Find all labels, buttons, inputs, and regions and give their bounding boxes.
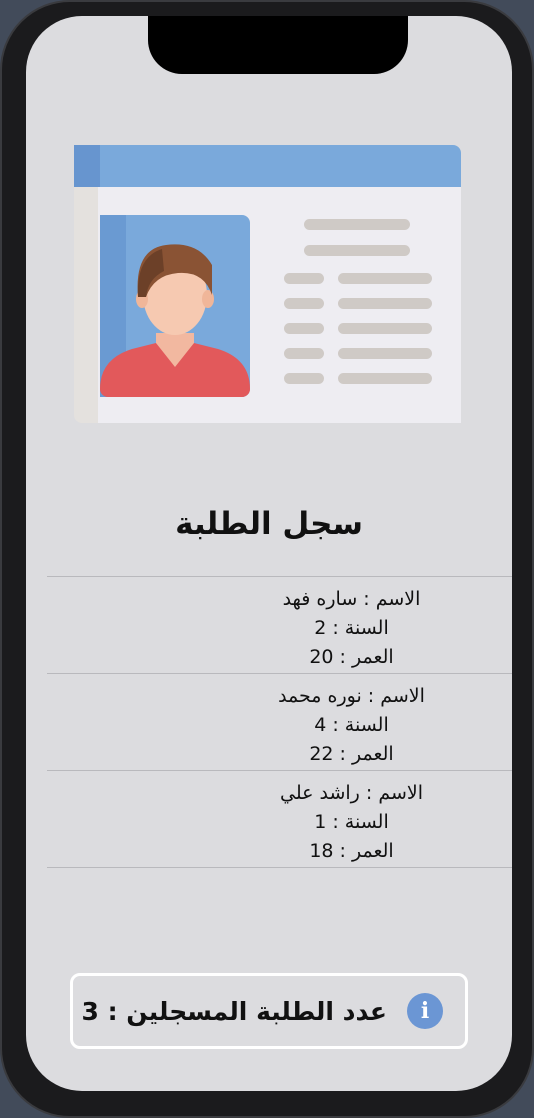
student-age: العمر : 18 <box>309 840 394 862</box>
student-name: الاسم : نوره محمد <box>278 685 425 707</box>
student-year: السنة : 2 <box>314 617 389 639</box>
student-age: العمر : 22 <box>309 743 394 765</box>
list-item[interactable]: الاسم : نوره محمد السنة : 4 العمر : 22 <box>47 674 512 771</box>
student-year: السنة : 4 <box>314 714 389 736</box>
list-item[interactable]: الاسم : ساره فهد السنة : 2 العمر : 20 <box>47 577 512 674</box>
student-count-label: عدد الطلبة المسجلين : 3 <box>81 996 387 1026</box>
list-item[interactable]: الاسم : راشد علي السنة : 1 العمر : 18 <box>47 771 512 868</box>
student-id-card-illustration <box>74 145 461 423</box>
page-title: سجل الطلبة <box>175 506 363 542</box>
device-frame: سجل الطلبة الاسم : ساره فهد السنة : 2 ال… <box>0 0 534 1118</box>
app-screen: سجل الطلبة الاسم : ساره فهد السنة : 2 ال… <box>26 16 512 1091</box>
student-count-box: i عدد الطلبة المسجلين : 3 <box>70 973 468 1049</box>
student-age: العمر : 20 <box>309 646 394 668</box>
student-list: الاسم : ساره فهد السنة : 2 العمر : 20 ال… <box>47 576 512 868</box>
student-year: السنة : 1 <box>314 811 389 833</box>
info-icon[interactable]: i <box>407 993 443 1029</box>
device-notch <box>148 16 408 74</box>
student-name: الاسم : ساره فهد <box>282 588 421 610</box>
student-name: الاسم : راشد علي <box>279 782 423 804</box>
